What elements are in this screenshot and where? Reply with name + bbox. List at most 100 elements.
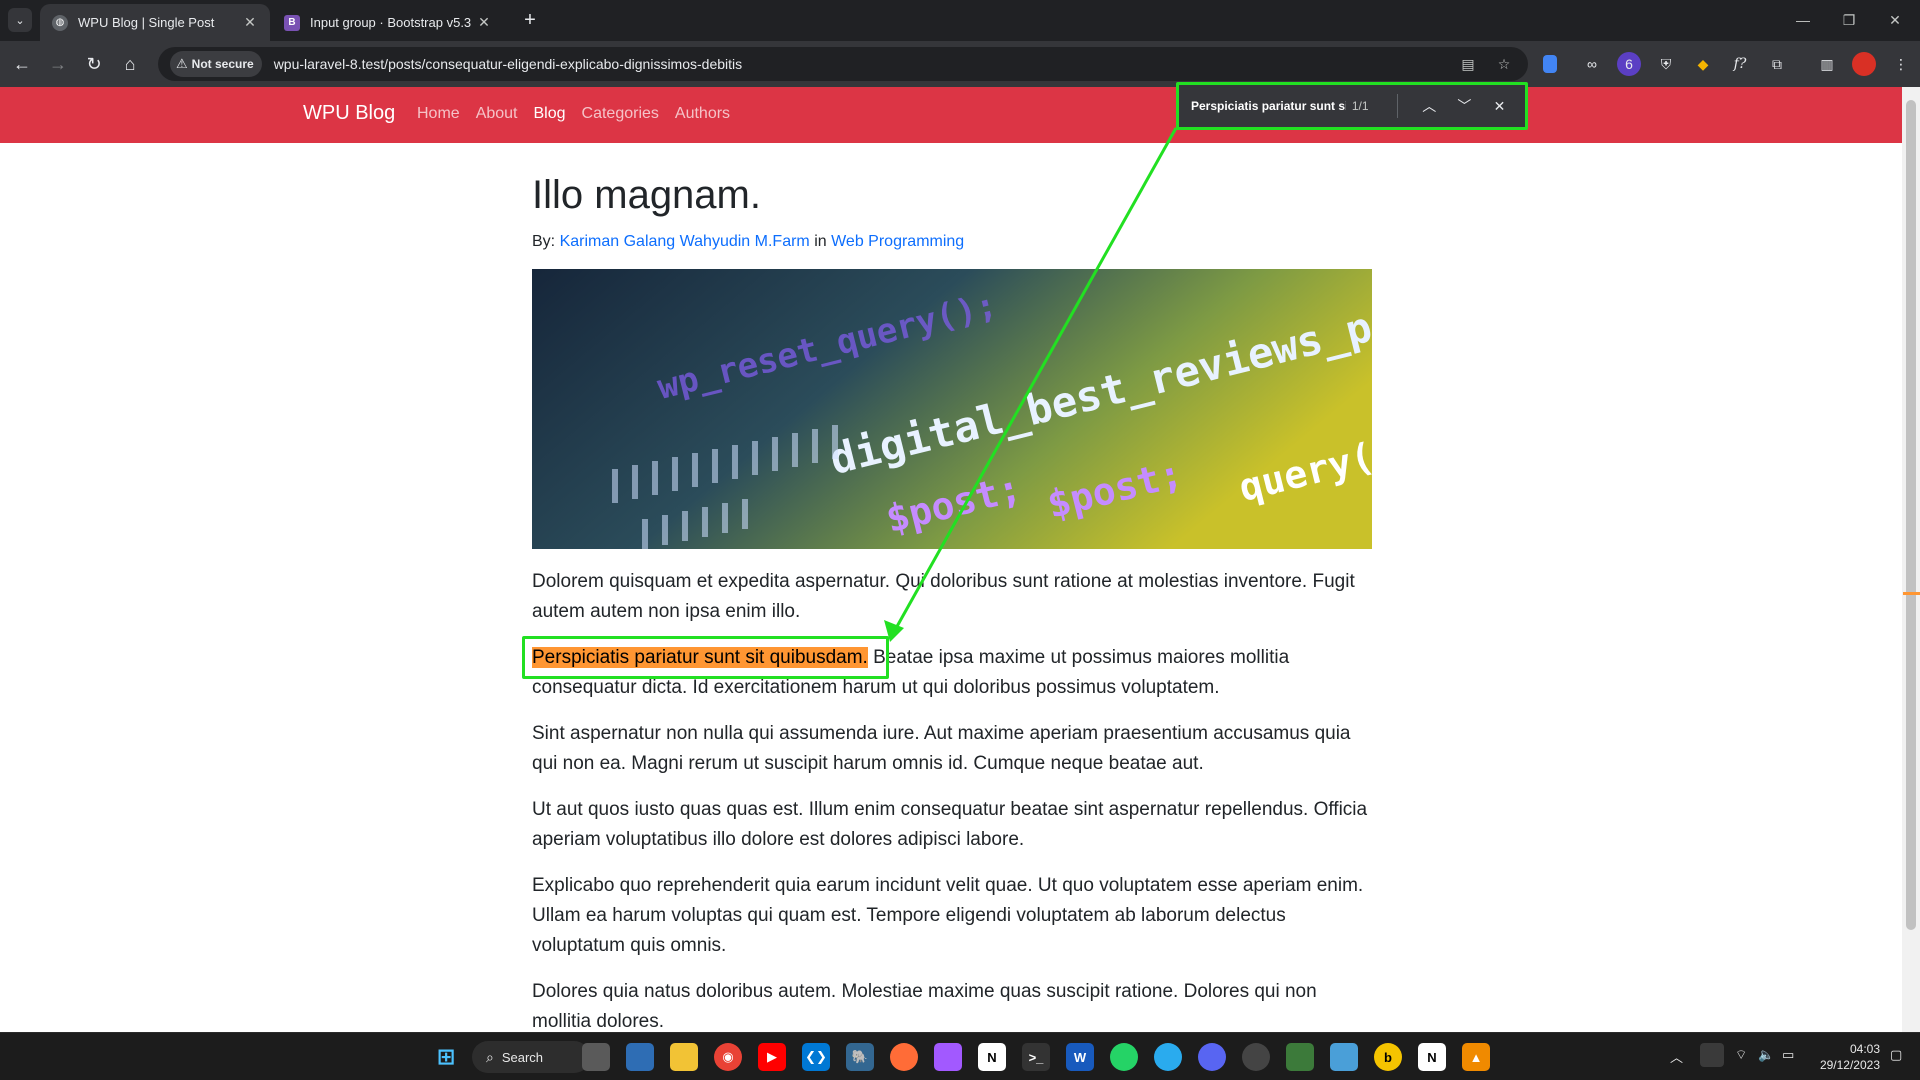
category-link[interactable]: Web Programming — [831, 233, 964, 250]
youtube-icon[interactable]: ▶ — [758, 1043, 786, 1071]
reload-icon[interactable]: ↻ — [80, 50, 108, 78]
post-hero-image: wp_reset_query(); digital_best_reviews_p… — [532, 269, 1372, 549]
code-screen-illustration: wp_reset_query(); digital_best_reviews_p… — [532, 269, 1372, 549]
notion-icon-2[interactable]: N — [1418, 1043, 1446, 1071]
find-previous-icon[interactable]: ︿ — [1416, 92, 1443, 120]
forward-icon[interactable]: → — [44, 50, 72, 78]
windows-start-icon[interactable]: ⊞ — [432, 1043, 460, 1071]
extension-colorpicker-icon[interactable]: ◆ — [1691, 52, 1715, 76]
postman-icon[interactable] — [890, 1043, 918, 1071]
by-label: By: — [532, 233, 556, 250]
tray-app-icon[interactable] — [1700, 1043, 1724, 1067]
tab-search-dropdown-icon[interactable]: ⌄ — [8, 8, 32, 32]
extension-shield-icon[interactable]: ⛨ — [1654, 52, 1678, 76]
tab-wpu-blog[interactable]: ◍ WPU Blog | Single Post ✕ — [40, 4, 270, 41]
extensions-puzzle-icon[interactable]: ⧉ — [1765, 52, 1789, 76]
author-link[interactable]: Kariman Galang Wahyudin M.Farm — [560, 233, 810, 250]
post-paragraph-highlighted: Perspiciatis pariatur sunt sit quibusdam… — [532, 643, 1372, 703]
in-label: in — [814, 233, 827, 250]
post-paragraph: Explicabo quo reprehenderit quia earum i… — [532, 875, 1364, 956]
chrome-icon[interactable]: ◉ — [714, 1043, 742, 1071]
window-close-icon[interactable]: ✕ — [1880, 8, 1910, 32]
file-explorer-icon[interactable] — [670, 1043, 698, 1071]
postgres-icon[interactable]: 🐘 — [846, 1043, 874, 1071]
battery-icon[interactable]: ▭ — [1782, 1047, 1794, 1063]
find-highlight: Perspiciatis pariatur sunt sit quibusdam… — [532, 647, 868, 668]
nav-link-categories[interactable]: Categories — [582, 105, 659, 123]
vscode-icon[interactable]: ❮❯ — [802, 1043, 830, 1071]
minimize-icon[interactable]: — — [1788, 8, 1818, 32]
tray-chevron-icon[interactable]: ︿ — [1670, 1047, 1683, 1066]
search-icon: ⌕ — [486, 1048, 494, 1065]
extension-function-icon[interactable]: f? — [1728, 52, 1752, 76]
find-match-count: 1/1 — [1351, 99, 1369, 113]
back-icon[interactable]: ← — [8, 50, 36, 78]
taskbar-clock[interactable]: 04:03 29/12/2023 — [1810, 1041, 1880, 1073]
side-panel-icon[interactable]: ▥ — [1815, 52, 1839, 76]
new-tab-icon[interactable]: + — [518, 8, 542, 32]
windows-taskbar: ⊞ ⌕ Search ◉ ▶ ❮❯ 🐘 N >_ W b N ▲ ︿ ⌔ 🔈 ▭… — [0, 1032, 1920, 1080]
page-scrollbar-thumb[interactable] — [1906, 100, 1916, 930]
post-article: Illo magnam. By: Kariman Galang Wahyudin… — [532, 143, 1372, 1037]
post-paragraph: Dolorem quisquam et expedita aspernatur.… — [532, 571, 1355, 622]
nav-link-blog[interactable]: Blog — [534, 105, 566, 123]
tree-app-icon[interactable] — [1286, 1043, 1314, 1071]
restore-icon[interactable]: ❐ — [1834, 8, 1864, 32]
bookmark-star-icon[interactable]: ☆ — [1492, 52, 1516, 76]
url-text[interactable]: wpu-laravel-8.test/posts/consequatur-eli… — [274, 56, 1444, 72]
telegram-icon[interactable] — [1154, 1043, 1182, 1071]
find-match-marker — [1903, 592, 1920, 595]
notion-icon[interactable]: N — [978, 1043, 1006, 1071]
discord-icon[interactable] — [1198, 1043, 1226, 1071]
security-label: Not secure — [191, 57, 254, 71]
word-icon[interactable]: W — [1066, 1043, 1094, 1071]
photos-app-icon[interactable] — [626, 1043, 654, 1071]
find-close-icon[interactable]: ✕ — [1486, 92, 1513, 120]
nav-link-home[interactable]: Home — [417, 105, 460, 123]
menu-kebab-icon[interactable]: ⋮ — [1889, 52, 1913, 76]
post-paragraph: Sint aspernatur non nulla qui assumenda … — [532, 723, 1351, 774]
page-info-icon[interactable]: ▤ — [1456, 52, 1480, 76]
site-brand[interactable]: WPU Blog — [303, 102, 395, 125]
notification-icon[interactable]: ▢ — [1890, 1047, 1902, 1063]
find-next-icon[interactable]: ﹀ — [1451, 92, 1478, 120]
post-byline: By: Kariman Galang Wahyudin M.Farm in We… — [532, 233, 1372, 251]
wifi-icon[interactable]: ⌔ — [1735, 1047, 1747, 1063]
post-title: Illo magnam. — [532, 173, 761, 217]
nav-link-about[interactable]: About — [476, 105, 518, 123]
taskbar-search[interactable]: ⌕ Search — [472, 1041, 590, 1073]
find-in-page-bar: Perspiciatis pariatur sunt sit qu 1/1 ︿ … — [1176, 82, 1528, 130]
globe-icon: ◍ — [52, 14, 68, 31]
vlc-icon[interactable]: ▲ — [1462, 1043, 1490, 1071]
notepad-icon[interactable] — [1330, 1043, 1358, 1071]
clock-date: 29/12/2023 — [1819, 1058, 1880, 1072]
task-view-icon[interactable] — [582, 1043, 610, 1071]
taskbar-search-label: Search — [501, 1049, 544, 1065]
profile-avatar[interactable] — [1852, 52, 1876, 76]
extension-docs-icon[interactable] — [1543, 55, 1557, 73]
address-bar[interactable]: ⚠ Not secure wpu-laravel-8.test/posts/co… — [158, 47, 1528, 81]
tab-title: Input group · Bootstrap v5.3 — [310, 15, 472, 30]
site-nav-links: Home About Blog Categories Authors — [417, 105, 746, 123]
site-info-chip[interactable]: ⚠ Not secure — [170, 51, 262, 77]
close-tab-icon[interactable]: ✕ — [242, 14, 258, 31]
site-navbar: WPU Blog Home About Blog Categories Auth… — [0, 87, 1920, 143]
extension-badge-icon[interactable]: 6 — [1617, 52, 1641, 76]
extension-glasses-icon[interactable]: ∞ — [1580, 52, 1604, 76]
warning-triangle-icon: ⚠ — [176, 56, 188, 71]
post-paragraph: Dolores quia natus doloribus autem. Mole… — [532, 981, 1317, 1032]
home-icon[interactable]: ⌂ — [116, 50, 144, 78]
close-tab-icon[interactable]: ✕ — [476, 14, 492, 31]
tab-bootstrap[interactable]: B Input group · Bootstrap v5.3 ✕ — [272, 4, 504, 41]
find-input[interactable]: Perspiciatis pariatur sunt sit qu — [1191, 99, 1346, 113]
nav-link-authors[interactable]: Authors — [675, 105, 730, 123]
figma-icon[interactable] — [934, 1043, 962, 1071]
volume-icon[interactable]: 🔈 — [1758, 1047, 1774, 1063]
obs-icon[interactable] — [1242, 1043, 1270, 1071]
terminal-icon[interactable]: >_ — [1022, 1043, 1050, 1071]
clock-time: 04:03 — [1849, 1042, 1880, 1056]
whatsapp-icon[interactable] — [1110, 1043, 1138, 1071]
tab-title: WPU Blog | Single Post — [78, 15, 215, 30]
bible-app-icon[interactable]: b — [1374, 1043, 1402, 1071]
bootstrap-icon: B — [284, 14, 300, 31]
